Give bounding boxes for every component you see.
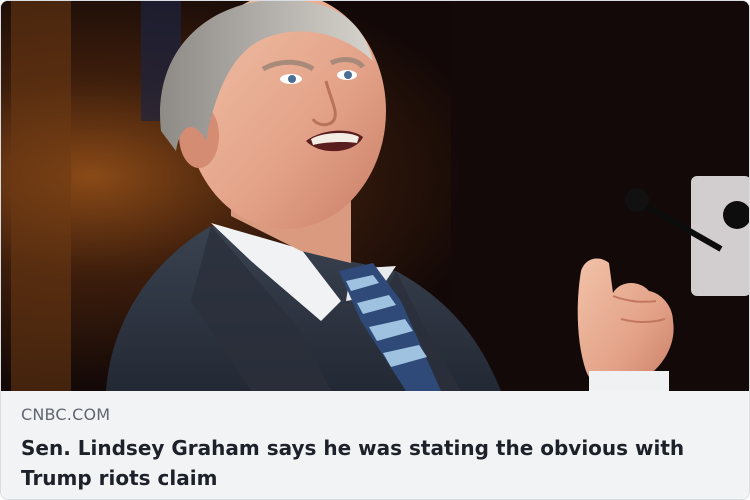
article-photo (1, 1, 749, 391)
article-headline[interactable]: Sen. Lindsey Graham says he was stating … (21, 433, 731, 493)
article-thumbnail[interactable] (1, 1, 749, 391)
source-domain: CNBC.COM (21, 405, 111, 424)
link-preview-card[interactable]: CNBC.COM Sen. Lindsey Graham says he was… (0, 0, 750, 500)
link-preview-caption[interactable]: CNBC.COM Sen. Lindsey Graham says he was… (1, 391, 749, 499)
